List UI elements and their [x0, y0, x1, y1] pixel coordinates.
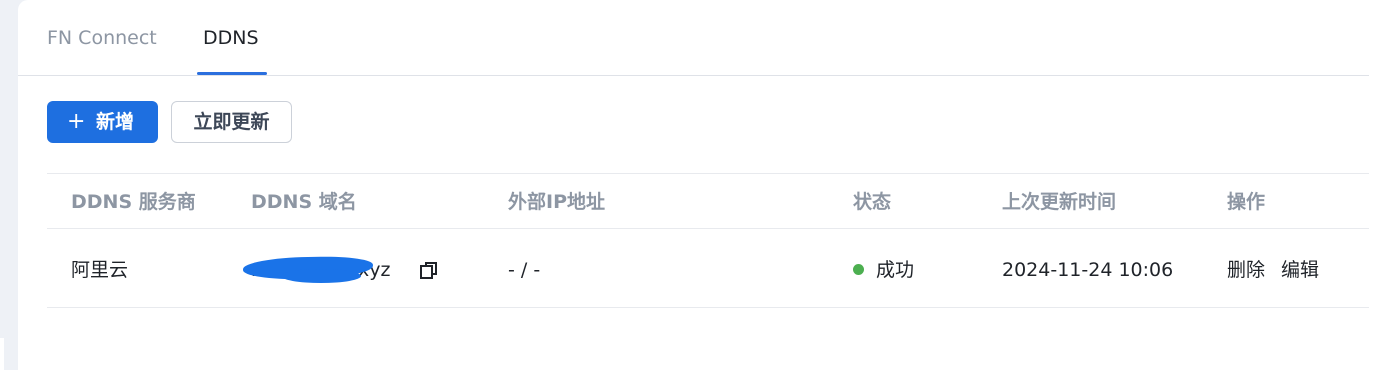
header-status: 状态 — [853, 191, 892, 213]
edit-link[interactable]: 编辑 — [1281, 229, 1319, 311]
header-actions: 操作 — [1227, 191, 1266, 213]
add-button-label: 新增 — [96, 111, 135, 133]
header-last-update: 上次更新时间 — [1002, 191, 1117, 213]
cell-provider: 阿里云 — [71, 259, 129, 281]
tab-bar: FN Connect DDNS — [18, 0, 1369, 76]
table-row: 阿里云 m.z·········0.xyz - / - 成功 2024-11-2… — [47, 229, 1369, 308]
status-label: 成功 — [876, 259, 915, 281]
table-header: DDNS 服务商 DDNS 域名 外部IP地址 状态 上次更新时间 操作 — [47, 173, 1369, 229]
status-dot-icon — [853, 264, 864, 275]
active-tab-indicator — [197, 72, 267, 75]
cell-last-update: 2024-11-24 10:06 — [1002, 259, 1174, 281]
plus-icon: + — [67, 109, 86, 134]
delete-link[interactable]: 删除 — [1227, 229, 1265, 311]
ddns-panel: FN Connect DDNS + 新增 立即更新 DDNS 服务商 DDNS … — [18, 0, 1384, 370]
update-now-button[interactable]: 立即更新 — [171, 101, 292, 143]
tab-fn-connect[interactable]: FN Connect — [47, 24, 157, 52]
header-external-ip: 外部IP地址 — [508, 191, 605, 213]
tab-ddns[interactable]: DDNS — [203, 24, 259, 52]
ddns-table: DDNS 服务商 DDNS 域名 外部IP地址 状态 上次更新时间 操作 阿里云… — [47, 173, 1369, 308]
header-domain: DDNS 域名 — [251, 191, 357, 213]
header-provider: DDNS 服务商 — [71, 191, 196, 213]
copy-icon[interactable] — [420, 261, 438, 280]
cell-external-ip: - / - — [508, 259, 541, 281]
left-sidebar-edge — [0, 0, 18, 370]
sidebar-edge-mark — [0, 338, 4, 370]
add-button[interactable]: + 新增 — [47, 101, 158, 143]
redaction-scribble-2 — [281, 269, 361, 283]
